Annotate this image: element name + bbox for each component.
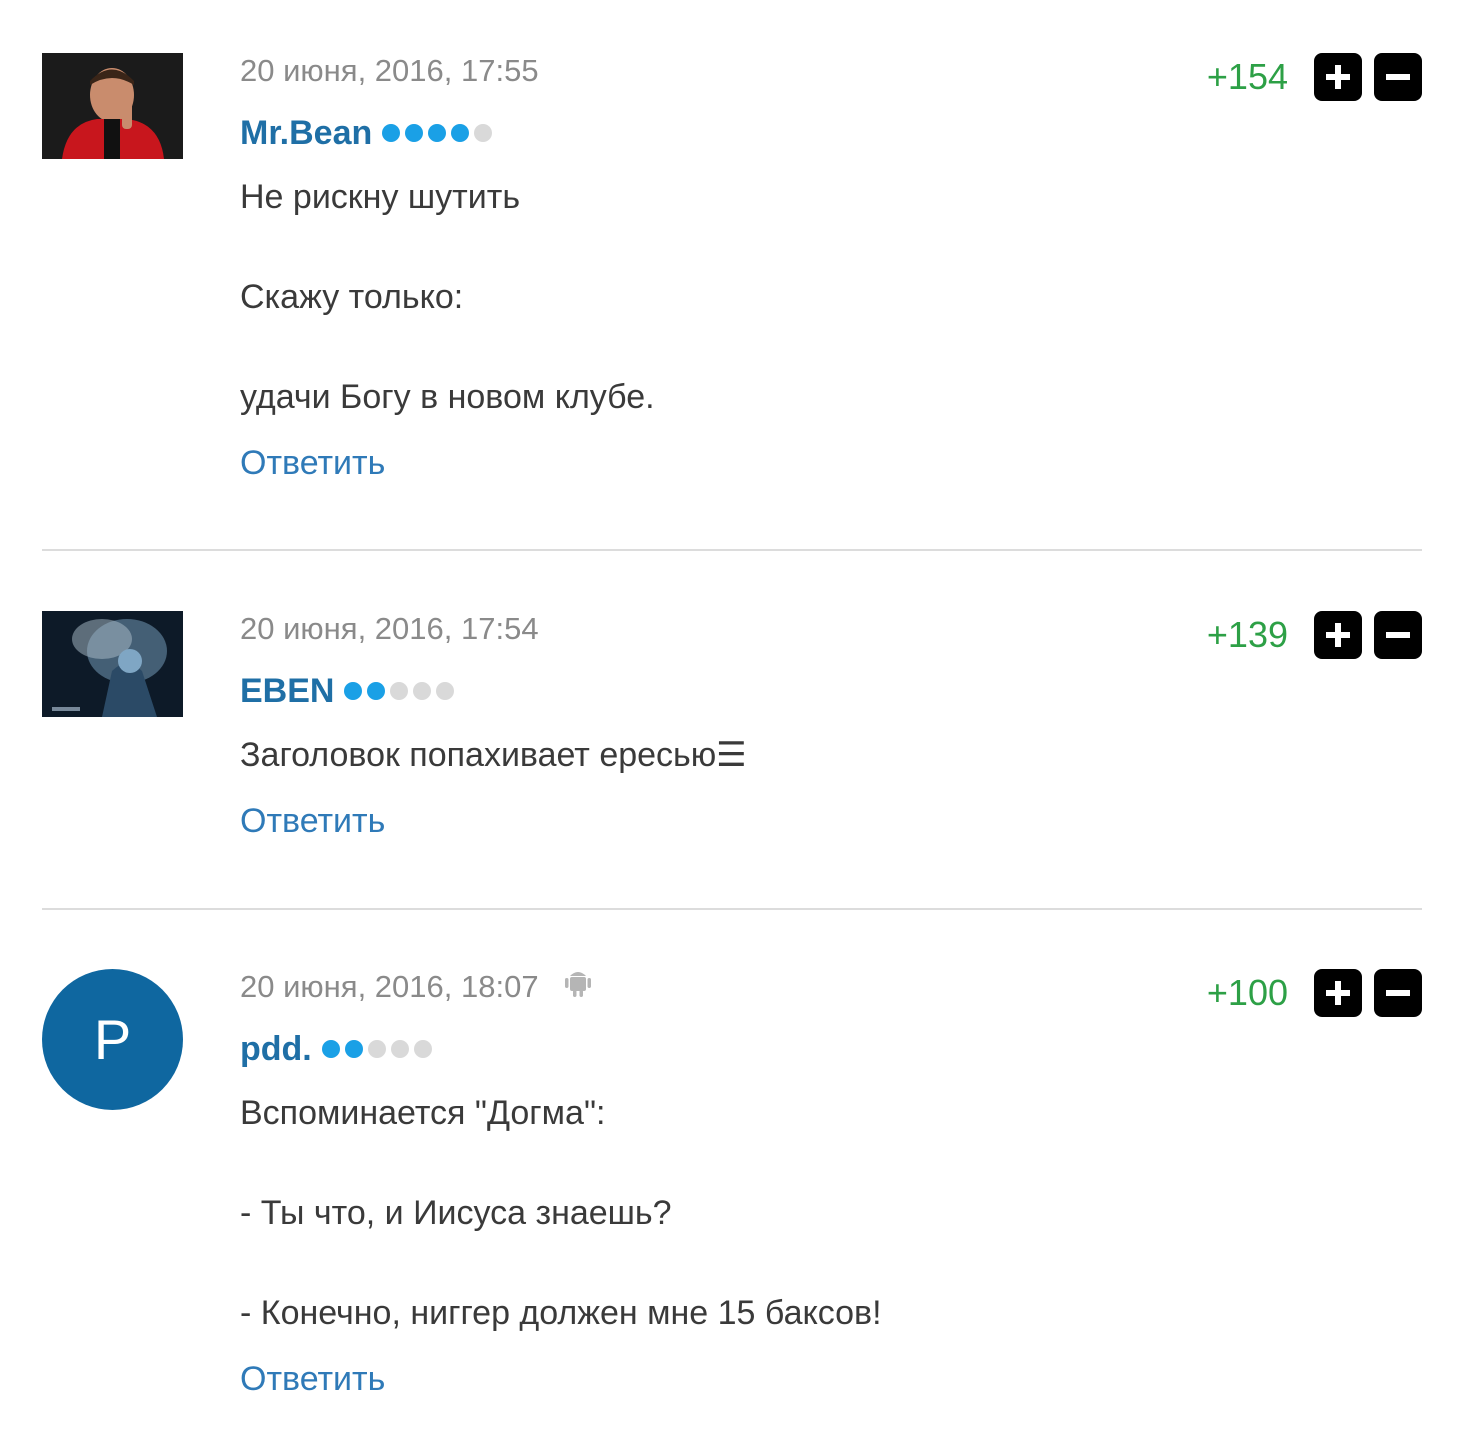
comment-timestamp: 20 июня, 2016, 18:07 (240, 969, 539, 1004)
minus-icon (1386, 990, 1410, 996)
rating-dot (405, 124, 424, 142)
rating-dot (451, 124, 470, 142)
avatar[interactable]: P (42, 969, 183, 1110)
comment-line: Скажу только: (240, 278, 464, 316)
rating-dot (390, 1040, 409, 1058)
reply-link[interactable]: Ответить (240, 1359, 385, 1399)
vote-controls: +139 (1207, 611, 1422, 659)
rating-dot (367, 682, 386, 700)
vote-controls: +154 (1207, 53, 1422, 101)
comment-line: Вспоминается "Догма": (240, 1094, 606, 1132)
user-rating (321, 1040, 432, 1058)
comment-text: Заголовок попахивает ересью☰ (240, 735, 1422, 775)
minus-icon (1386, 632, 1410, 638)
vote-controls: +100 (1207, 969, 1422, 1017)
comment-text: Вспоминается "Догма": - Ты что, и Иисуса… (240, 1093, 1422, 1333)
avatar-letter: P (42, 969, 183, 1110)
rating-dot (474, 124, 493, 142)
plus-icon (1326, 623, 1350, 647)
rating-dot (390, 682, 409, 700)
author-name[interactable]: Mr.Bean (240, 114, 372, 153)
upvote-button[interactable] (1314, 53, 1362, 101)
author-name[interactable]: EBEN (240, 672, 334, 711)
rating-dot (321, 1040, 340, 1058)
upvote-button[interactable] (1314, 611, 1362, 659)
rating-dot (367, 1040, 386, 1058)
reply-link[interactable]: Ответить (240, 801, 385, 841)
downvote-button[interactable] (1374, 53, 1422, 101)
rating-dot (436, 682, 455, 700)
comment-line: Не рискну шутить (240, 178, 521, 216)
comment-score: +100 (1206, 972, 1288, 1013)
comment-line: - Ты что, и Иисуса знаешь? (240, 1194, 672, 1232)
comment-divider (42, 549, 1422, 551)
rating-dot (413, 682, 432, 700)
comment-divider (42, 908, 1422, 910)
comment-score: +154 (1206, 56, 1288, 97)
reply-link[interactable]: Ответить (240, 443, 385, 483)
rating-dot (344, 682, 363, 700)
avatar-photo (42, 611, 183, 717)
avatar[interactable] (42, 611, 183, 717)
upvote-button[interactable] (1314, 969, 1362, 1017)
android-icon (564, 968, 591, 1006)
user-rating (344, 682, 455, 700)
rating-dot (413, 1040, 432, 1058)
minus-icon (1386, 74, 1410, 80)
rating-dot (382, 124, 401, 142)
rating-dot (344, 1040, 363, 1058)
comment-text: Не рискну шутить Скажу только: удачи Бог… (240, 177, 1422, 417)
author-name[interactable]: pdd. (240, 1030, 312, 1069)
downvote-button[interactable] (1374, 611, 1422, 659)
downvote-button[interactable] (1374, 969, 1422, 1017)
rating-dot (428, 124, 447, 142)
comment-score: +139 (1206, 614, 1288, 655)
avatar[interactable] (42, 53, 183, 159)
comment-line: Заголовок попахивает ересью☰ (240, 736, 747, 774)
comment-line: удачи Богу в новом клубе. (240, 378, 655, 416)
comment-line: - Конечно, ниггер должен мне 15 баксов! (240, 1294, 882, 1332)
user-rating (382, 124, 493, 142)
plus-icon (1326, 981, 1350, 1005)
avatar-photo (42, 53, 183, 159)
plus-icon (1326, 65, 1350, 89)
